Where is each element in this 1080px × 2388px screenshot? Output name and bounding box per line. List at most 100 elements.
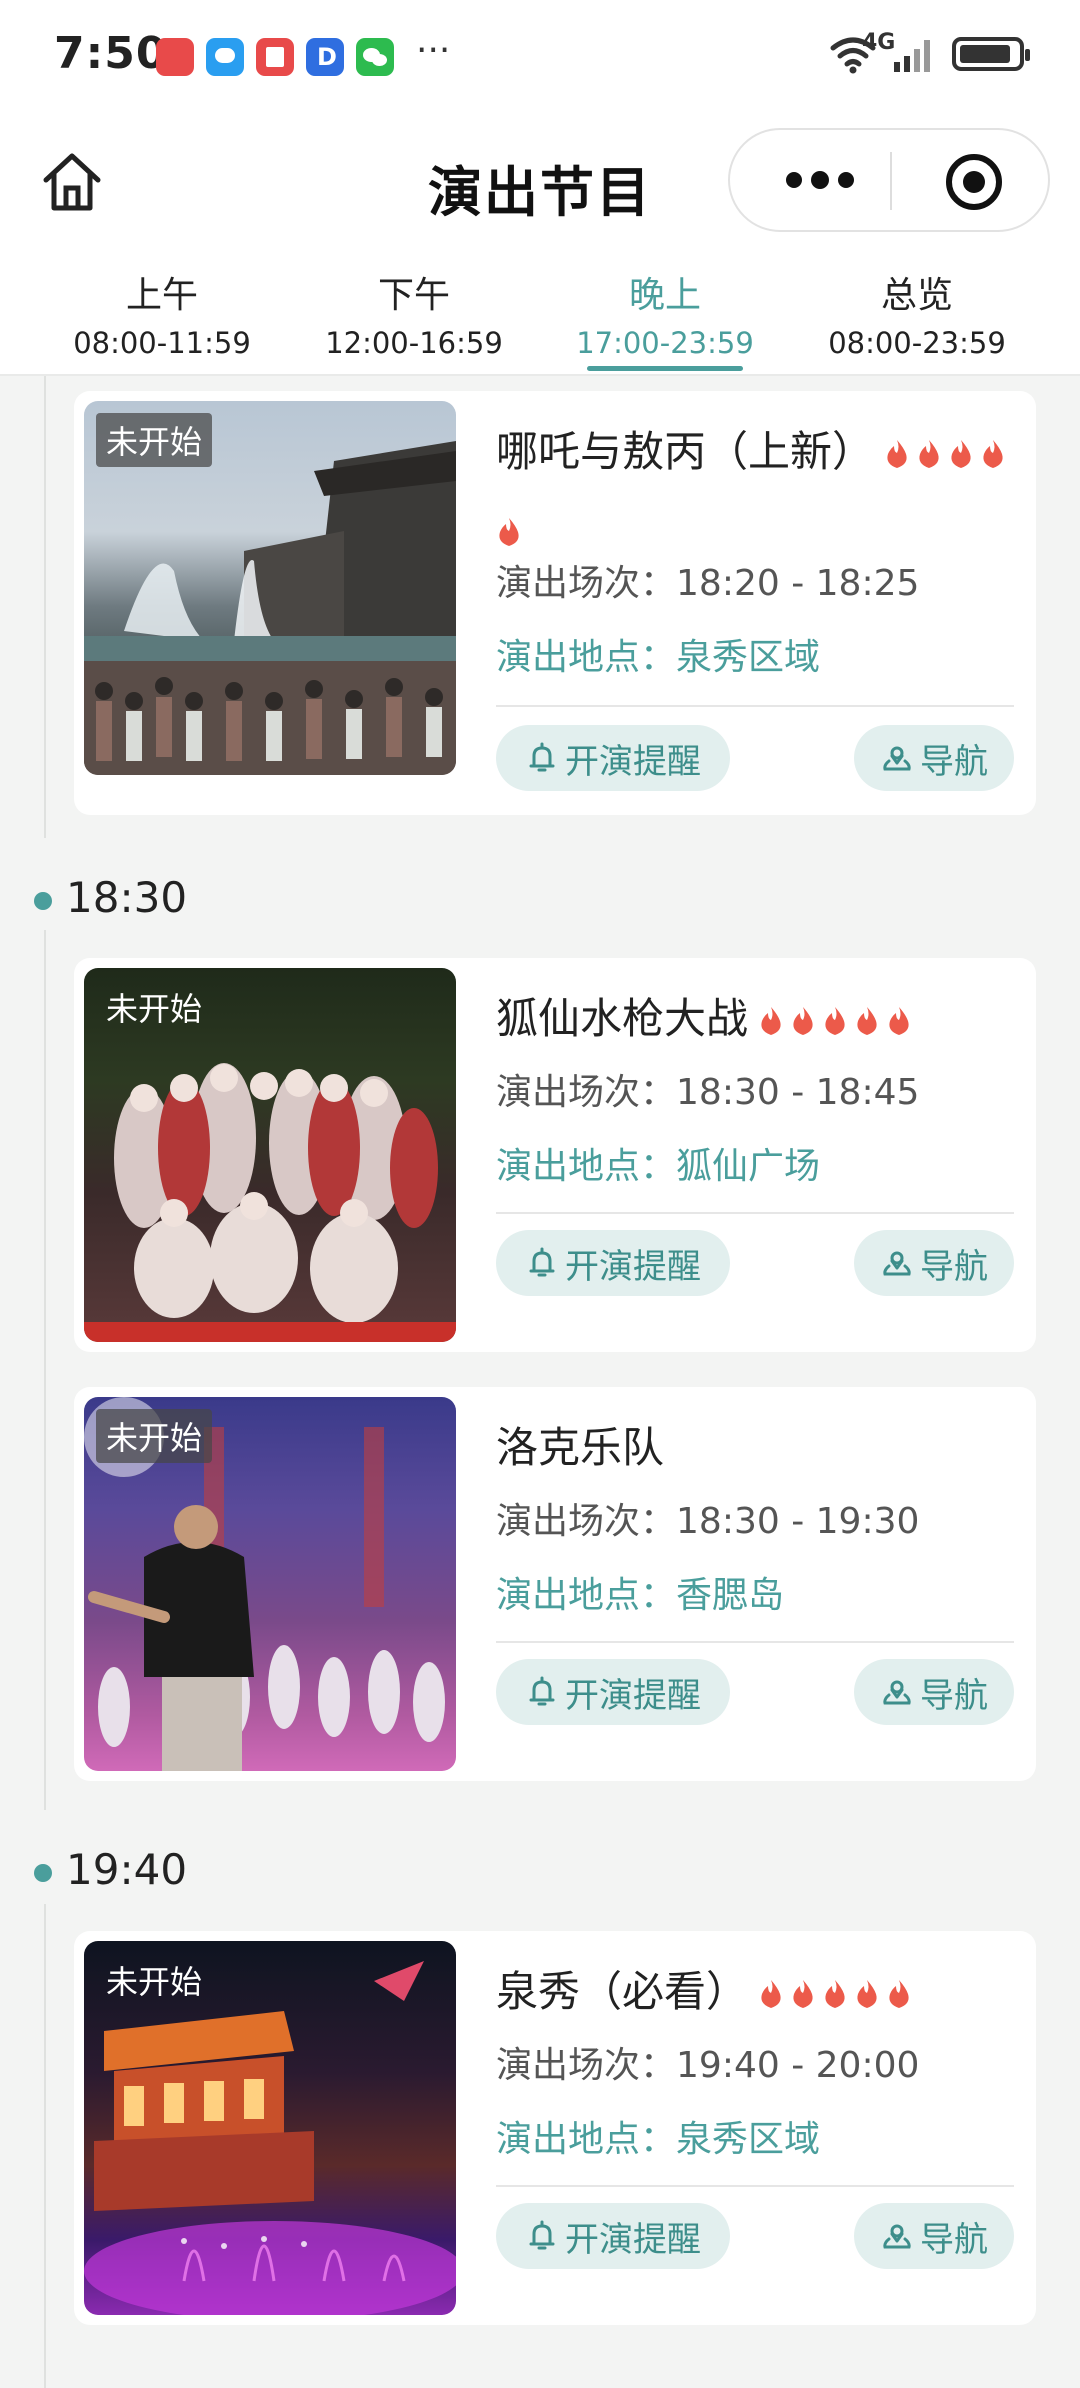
show-image: 未开始 xyxy=(84,968,456,1342)
bell-icon xyxy=(529,2220,555,2250)
close-miniprogram-button[interactable] xyxy=(944,152,1004,212)
tab-label: 下午 xyxy=(377,275,450,316)
notification-app-icons: D xyxy=(156,38,394,76)
status-indicators xyxy=(828,34,1030,74)
more-options-button[interactable] xyxy=(770,160,870,200)
session-label: 演出场次： xyxy=(496,1072,677,1113)
wifi-icon xyxy=(830,37,876,74)
place-row: 演出地点：泉秀区域 xyxy=(496,2115,820,2165)
session-time: 19:40 - 20:00 xyxy=(676,2045,920,2086)
flame-icon xyxy=(983,440,1003,468)
card-divider xyxy=(496,705,1014,707)
miniprogram-capsule xyxy=(728,128,1050,232)
show-card[interactable]: 未开始 洛克乐队 演出场次：18:30 - 19:30 演出地点：香腮岛 开演提… xyxy=(74,1387,1036,1781)
location-icon xyxy=(883,746,911,771)
navigate-label: 导航 xyxy=(920,741,988,782)
session-row: 演出场次：18:30 - 18:45 xyxy=(496,1068,919,1118)
status-badge: 未开始 xyxy=(106,1963,203,2001)
time-group-label: 18:30 xyxy=(66,873,188,922)
navigate-button[interactable]: 导航 xyxy=(854,1230,1014,1296)
location-icon xyxy=(883,2224,911,2249)
show-image: 未开始 xyxy=(84,1397,456,1771)
navigate-button[interactable]: 导航 xyxy=(854,725,1014,791)
navigation-header: 演出节目 xyxy=(0,118,1080,248)
flame-icon xyxy=(919,440,939,468)
show-image: 未开始 xyxy=(84,401,456,775)
bell-icon xyxy=(529,742,555,772)
timeline-line xyxy=(44,376,46,838)
bell-icon xyxy=(529,1247,555,1277)
status-badge: 未开始 xyxy=(96,413,213,467)
tab-label: 总览 xyxy=(880,275,953,316)
wechat-icon xyxy=(356,38,394,76)
remind-label: 开演提醒 xyxy=(565,1246,701,1287)
navigate-button[interactable]: 导航 xyxy=(854,2203,1014,2269)
flame-icon xyxy=(887,440,907,468)
navigate-label: 导航 xyxy=(920,1246,988,1287)
remind-label: 开演提醒 xyxy=(565,2219,701,2260)
timeline-line xyxy=(44,930,46,1810)
place-label: 演出地点： xyxy=(496,2119,677,2160)
card-divider xyxy=(496,1212,1014,1214)
battery-icon xyxy=(952,37,1030,71)
flame-icon xyxy=(857,1007,877,1035)
place-row: 演出地点：香腮岛 xyxy=(496,1571,784,1621)
place-row: 演出地点：狐仙广场 xyxy=(496,1142,820,1192)
show-card[interactable]: 未开始 泉秀（必看） 演出场次：19:40 - 20:00 演出地点：泉秀区域 … xyxy=(74,1931,1036,2325)
place-name: 狐仙广场 xyxy=(676,1146,821,1187)
target-icon xyxy=(946,154,1002,210)
tab-morning[interactable]: 上午 08:00-11:59 xyxy=(37,266,287,360)
session-label: 演出场次： xyxy=(496,1501,677,1542)
card-divider xyxy=(496,2185,1014,2187)
place-label: 演出地点： xyxy=(496,1575,677,1616)
huawei-appgallery-icon xyxy=(156,38,194,76)
more-notifications: ··· xyxy=(416,30,451,71)
session-time: 18:30 - 19:30 xyxy=(676,1501,920,1542)
place-name: 泉秀区域 xyxy=(676,637,821,678)
flame-icon xyxy=(857,1980,877,2008)
timeline-dot xyxy=(34,1864,52,1882)
remind-button[interactable]: 开演提醒 xyxy=(496,1230,730,1296)
remind-button[interactable]: 开演提醒 xyxy=(496,725,730,791)
period-tabs: 上午 08:00-11:59 下午 12:00-16:59 晚上 17:00-2… xyxy=(0,248,1080,376)
show-title: 洛克乐队 xyxy=(496,1409,1016,1487)
show-card[interactable]: 未开始 狐仙水枪大战 演出场次：18:30 - 18:45 演出地点：狐仙广场 … xyxy=(74,958,1036,1352)
show-image: 未开始 xyxy=(84,1941,456,2315)
tab-afternoon[interactable]: 下午 12:00-16:59 xyxy=(289,266,539,360)
session-label: 演出场次： xyxy=(496,2045,677,2086)
tab-label: 晚上 xyxy=(628,275,701,316)
location-icon xyxy=(883,1680,911,1705)
flame-icon xyxy=(889,1980,909,2008)
messages-icon xyxy=(206,38,244,76)
remind-button[interactable]: 开演提醒 xyxy=(496,2203,730,2269)
signal-icon xyxy=(894,40,930,72)
show-title: 泉秀（必看） xyxy=(496,1953,1016,2031)
hot-rating xyxy=(758,994,918,1043)
active-tab-indicator xyxy=(587,366,743,371)
place-label: 演出地点： xyxy=(496,637,677,678)
flame-icon xyxy=(499,518,519,546)
navigate-label: 导航 xyxy=(920,2219,988,2260)
session-row: 演出场次：18:30 - 19:30 xyxy=(496,1497,919,1547)
place-name: 泉秀区域 xyxy=(676,2119,821,2160)
status-time: 7:50 xyxy=(54,28,168,79)
show-card[interactable]: 未开始 哪吒与敖丙（上新） 演出场次：18:20 - 18:25 演出地点：泉秀… xyxy=(74,391,1036,815)
tab-overview[interactable]: 总览 08:00-23:59 xyxy=(792,266,1042,360)
remind-button[interactable]: 开演提醒 xyxy=(496,1659,730,1725)
tab-evening[interactable]: 晚上 17:00-23:59 xyxy=(540,266,790,360)
flame-icon xyxy=(825,1007,845,1035)
dingtalk-icon: D xyxy=(306,38,344,76)
session-row: 演出场次：19:40 - 20:00 xyxy=(496,2041,919,2091)
show-title-text: 哪吒与敖丙（上新） xyxy=(496,427,875,476)
place-name: 香腮岛 xyxy=(676,1575,785,1616)
tab-time: 12:00-16:59 xyxy=(325,326,503,360)
bell-icon xyxy=(529,1676,555,1706)
flame-icon xyxy=(793,1980,813,2008)
status-bar: 7:50 D ··· 4G xyxy=(0,0,1080,118)
session-time: 18:30 - 18:45 xyxy=(676,1072,920,1113)
remind-label: 开演提醒 xyxy=(565,1675,701,1716)
tab-time: 08:00-11:59 xyxy=(73,326,251,360)
session-time: 18:20 - 18:25 xyxy=(676,563,920,604)
navigate-button[interactable]: 导航 xyxy=(854,1659,1014,1725)
session-row: 演出场次：18:20 - 18:25 xyxy=(496,559,919,609)
